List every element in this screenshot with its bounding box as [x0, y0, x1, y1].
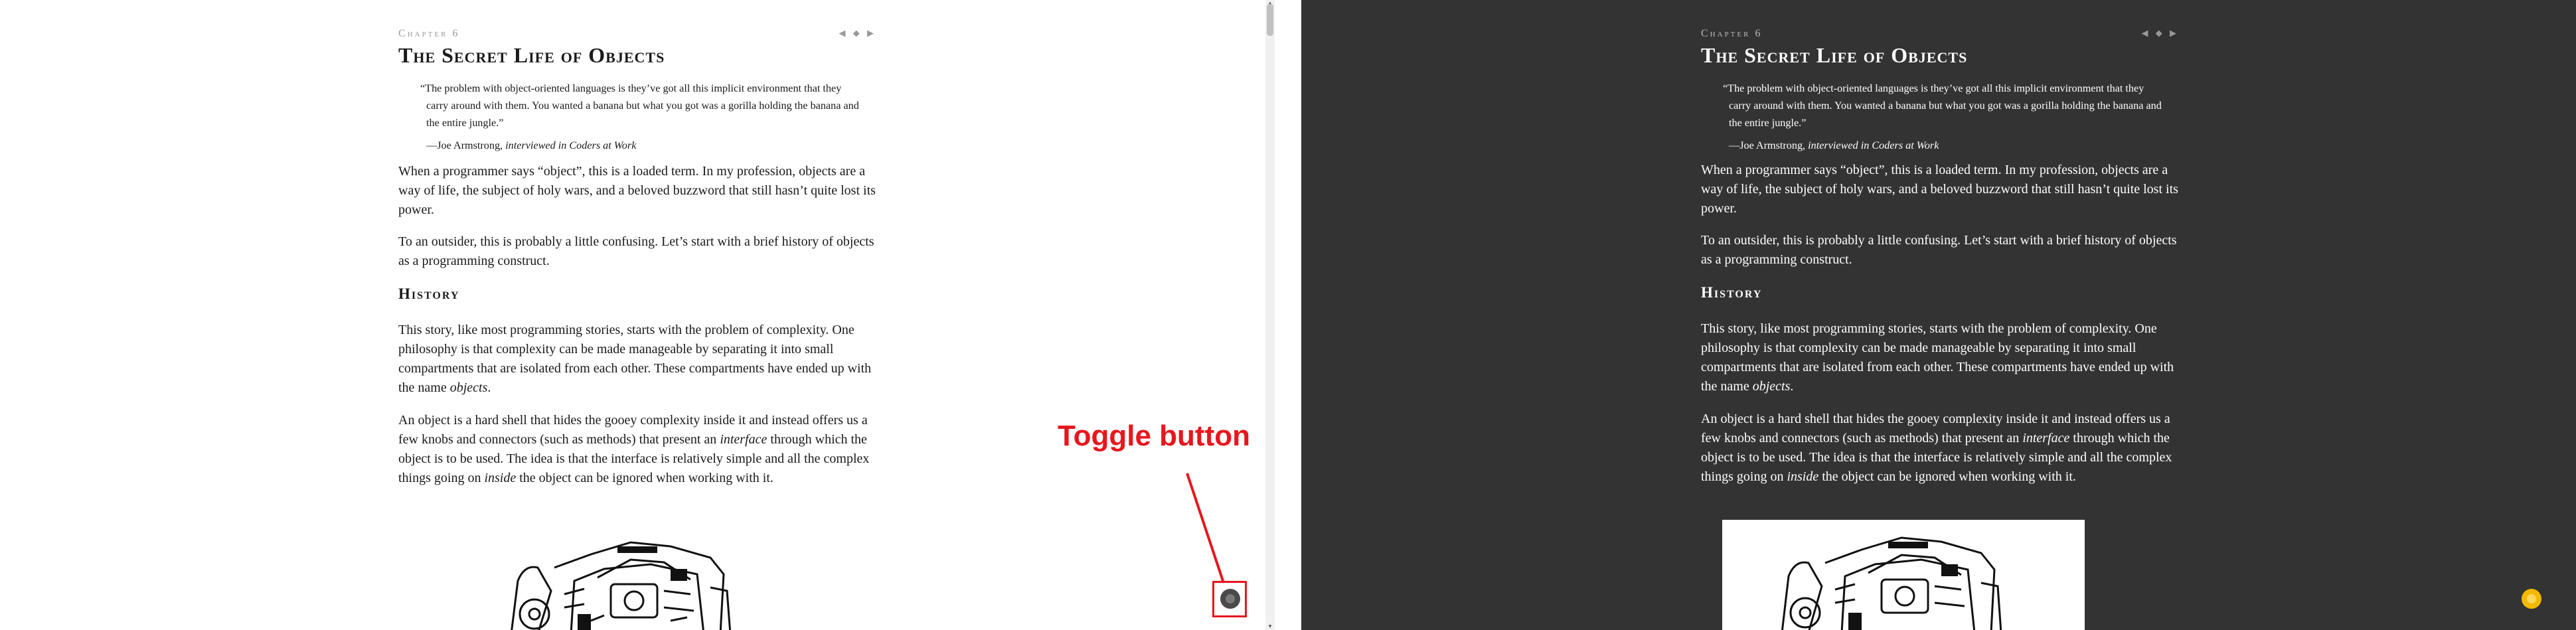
epigraph-author-dark: —Joe Armstrong, [1729, 139, 1809, 151]
p4-emphasis-1-dark: interface [2022, 431, 2070, 445]
section-heading-history-dark: History [1701, 284, 1763, 301]
epigraph-source-dark: interviewed in Coders at Work [1808, 139, 1939, 151]
p3-emphasis-dark: objects [1752, 379, 1791, 394]
dark-theme-page: Chapter 6 ◀ ◆ ▶ The Secret Life of Objec… [1301, 0, 2576, 630]
epigraph-attribution-dark: —Joe Armstrong, interviewed in Coders at… [1729, 137, 2167, 154]
paragraph-3-dark: This story, like most programming storie… [1701, 319, 2179, 396]
chapter-header-dark: Chapter 6 ◀ ◆ ▶ [1701, 28, 2179, 41]
toggle-callout-label: Toggle button [1058, 420, 1250, 452]
machine-illustration-graphic-dark [1781, 536, 2002, 630]
p4-text-c-dark: the object can be ignored when working w… [1818, 469, 2076, 484]
paragraph-4-dark: An object is a hard shell that hides the… [1701, 410, 2179, 487]
paragraph-2-dark: To an outsider, this is probably a littl… [1701, 233, 2177, 267]
chapter-nav-icons-dark[interactable]: ◀ ◆ ▶ [2142, 28, 2180, 39]
paragraph-1-dark: When a programmer says “object”, this is… [1701, 163, 2178, 216]
p4-emphasis-2-dark: inside [1787, 469, 1819, 484]
theme-toggle-button-dark[interactable] [2522, 589, 2541, 609]
light-theme-page: Chapter 6 ◀ ◆ ▶ The Secret Life of Objec… [0, 0, 1301, 630]
chapter-title-dark: The Secret Life of Objects [1701, 43, 1968, 67]
p3-text-b-dark: . [1790, 379, 1794, 394]
epigraph-dark: “The problem with object-oriented langua… [1723, 80, 2167, 154]
sun-icon [2527, 594, 2536, 603]
callout-arrow-icon [1186, 473, 1225, 584]
chapter-label-dark: Chapter 6 [1701, 28, 1763, 39]
epigraph-quote-dark: “The problem with object-oriented langua… [1723, 82, 2162, 129]
machine-illustration-dark [1722, 520, 2085, 630]
